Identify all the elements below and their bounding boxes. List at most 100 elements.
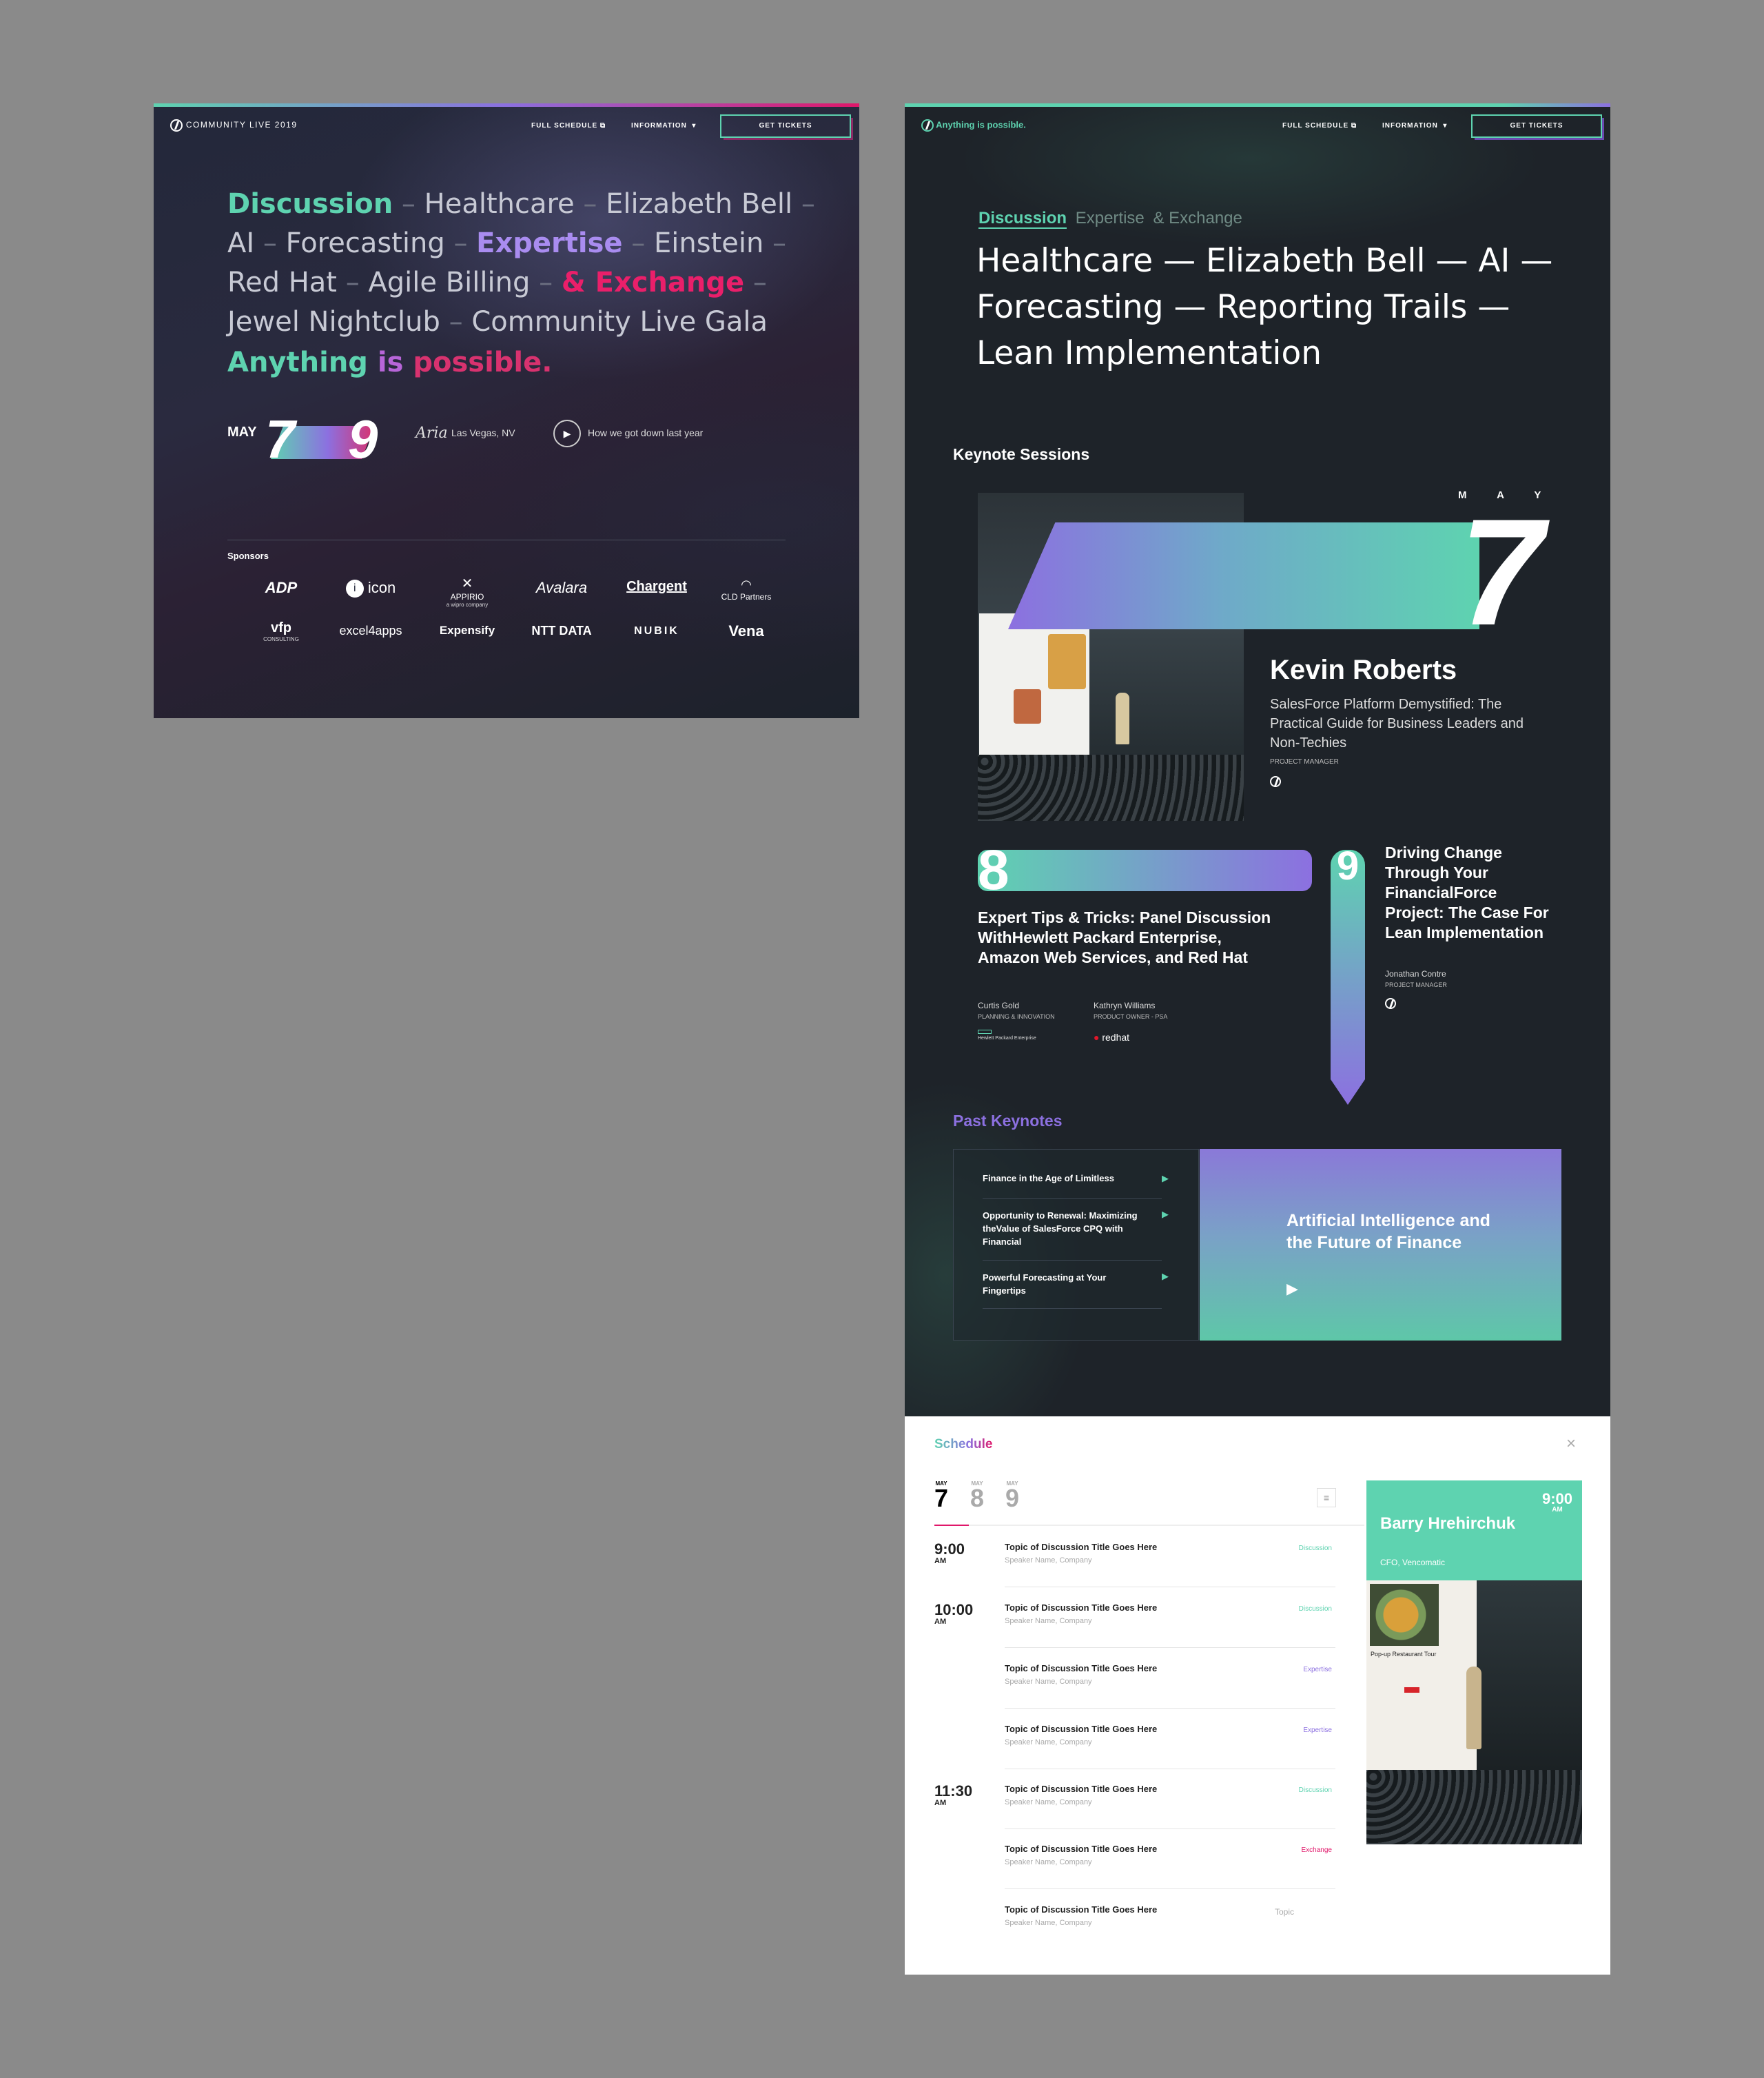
sponsor-vfp[interactable]: vfp CONSULTING — [250, 620, 312, 642]
day-progress-bar — [934, 1525, 1364, 1526]
sponsor-nubik[interactable]: NUBIK — [612, 625, 701, 638]
topic-tabs: Discussion Expertise & Exchange — [978, 209, 1242, 229]
speaker-name: Kathryn Williams — [1094, 1001, 1156, 1010]
sponsor-avalara[interactable]: Avalara — [517, 579, 606, 597]
audience — [1366, 1770, 1582, 1844]
redhat-hat-icon: ● — [1094, 1032, 1100, 1043]
past-keynotes-title: Past Keynotes — [953, 1112, 1063, 1130]
slide-title: Pop-up Restaurant Tour — [1371, 1651, 1437, 1658]
lightning-logo-icon — [921, 119, 934, 132]
cld-swirl-icon: ◠ — [741, 578, 752, 591]
past-keynote-item[interactable]: Opportunity to Renewal: Maximizing theVa… — [983, 1209, 1148, 1248]
video-link[interactable]: How we got down last year — [588, 427, 703, 438]
sponsor-ntt-data[interactable]: NTT DATA — [517, 624, 606, 638]
external-link-icon: ⧉ — [1351, 122, 1357, 130]
play-icon[interactable]: ▶ — [1286, 1280, 1298, 1298]
word-healthcare: Healthcare — [424, 188, 575, 220]
past-keynote-item[interactable]: Powerful Forecasting at Your Fingertips — [983, 1271, 1148, 1297]
day-tab-9[interactable]: MAY 9 — [1005, 1480, 1019, 1511]
slide-button — [1404, 1687, 1419, 1693]
past-keynote-item[interactable]: Finance in the Age of Limitless — [983, 1173, 1162, 1183]
play-arrow-icon[interactable]: ▶ — [1162, 1173, 1169, 1184]
nav-full-schedule[interactable]: FULL SCHEDULE ⧉ — [1282, 122, 1357, 130]
day-7-gradient-bar — [1008, 522, 1479, 629]
schedule-row[interactable]: Topic of Discussion Title Goes Here Speak… — [1005, 1587, 1335, 1648]
session-card[interactable]: 9:00 AM Barry Hrehirchuk CFO, Vencomatic … — [1366, 1480, 1582, 1844]
appirio-mark-icon: ✕ — [461, 576, 473, 591]
tagline: Anything is possible. — [227, 347, 553, 378]
dates-month: MAY — [227, 425, 257, 440]
word-einstein: Einstein — [654, 227, 764, 259]
tab-discussion[interactable]: Discussion — [978, 209, 1067, 229]
redhat-logo: ● redhat — [1094, 1032, 1130, 1043]
chevron-down-icon: ▾ — [692, 122, 697, 130]
sponsor-expensify[interactable]: Expensify — [422, 624, 512, 638]
day-7-number: 7 — [1459, 487, 1544, 657]
close-icon[interactable]: × — [1566, 1434, 1576, 1454]
word-ai: AI — [227, 227, 255, 259]
schedule-row[interactable]: Topic of Discussion Title Goes Here Speak… — [1005, 1527, 1335, 1587]
sponsor-cldpartners[interactable]: ◠ CLD Partners — [705, 578, 788, 602]
time-label: 11:30 AM — [934, 1782, 973, 1807]
session-title: Driving Change Through Your FinancialFor… — [1385, 844, 1549, 941]
day-tab-8[interactable]: MAY 8 — [970, 1480, 984, 1511]
venue-location: Las Vegas, NV — [451, 427, 515, 438]
featured-keynote-title: Artificial Intelligence and the Future o… — [1286, 1211, 1490, 1252]
food-image — [1370, 1584, 1439, 1646]
headline-line-2: Forecasting — Reporting Trails — — [976, 288, 1510, 326]
sponsor-chargent[interactable]: Chargent — [612, 579, 701, 595]
day-8-number: 8 — [978, 839, 1009, 902]
keynote-sessions-title: Keynote Sessions — [953, 445, 1090, 463]
get-tickets-button[interactable]: GET TICKETS — [1471, 114, 1602, 138]
brand[interactable]: COMMUNITY LIVE 2019 — [170, 119, 298, 132]
speaker-role: PLANNING & INNOVATION — [978, 1013, 1055, 1020]
play-arrow-icon[interactable]: ▶ — [1162, 1271, 1169, 1282]
get-tickets-button[interactable]: GET TICKETS — [720, 114, 851, 138]
speaker-role: PROJECT MANAGER — [1270, 758, 1339, 766]
schedule-panel: Schedule × MAY 7 MAY 8 MAY 9 ≡ 9:00 AM 10:00… — [905, 1416, 1610, 1975]
schedule-row[interactable]: Topic of Discussion Title Goes Here Speak… — [1005, 1829, 1335, 1889]
play-icon: ▶ — [563, 428, 571, 439]
tab-exchange[interactable]: & Exchange — [1153, 209, 1242, 227]
sponsor-appirio[interactable]: ✕ APPIRIO a wipro company — [429, 575, 505, 608]
chevron-down-icon: ▾ — [1443, 122, 1448, 130]
schedule-row[interactable]: Topic of Discussion Title Goes Here Speak… — [1005, 1709, 1335, 1769]
sponsor-vena[interactable]: Vena — [705, 622, 788, 640]
gradient-top-bar — [154, 103, 859, 107]
aria-logo: Aria — [416, 425, 448, 442]
schedule-row[interactable]: Topic of Discussion Title Goes Here Speak… — [1005, 1648, 1335, 1709]
word-elizabeth-bell: Elizabeth Bell — [606, 188, 793, 220]
schedule-row[interactable]: Topic of Discussion Title Goes Here Speak… — [1005, 1889, 1335, 1950]
play-video-button[interactable]: ▶ — [553, 420, 581, 447]
schedule-row[interactable]: Topic of Discussion Title Goes Here Speak… — [1005, 1769, 1335, 1829]
day-tab-7[interactable]: MAY 7 — [934, 1480, 948, 1511]
nav-information[interactable]: INFORMATION ▾ — [1382, 122, 1447, 130]
nav-information[interactable]: INFORMATION ▾ — [631, 122, 696, 130]
sponsor-excel4apps[interactable]: excel4apps — [333, 624, 409, 638]
sponsor-icon[interactable]: i icon — [333, 579, 409, 598]
time-label: 10:00 AM — [934, 1601, 974, 1626]
session-title: SalesForce Platform Demystified: The Pra… — [1270, 697, 1524, 751]
filter-icon[interactable]: ≡ — [1317, 1488, 1336, 1507]
brand[interactable]: Anything is possible. — [921, 119, 1026, 132]
headline-line-1: Healthcare — Elizabeth Bell — AI — — [976, 242, 1553, 280]
food-image — [1014, 689, 1041, 724]
sponsor-adp[interactable]: ADP — [250, 579, 312, 597]
speaker-name: Kevin Roberts — [1270, 655, 1457, 685]
lightning-logo-icon — [170, 119, 183, 132]
tab-expertise[interactable]: Expertise — [1076, 209, 1145, 227]
hpe-logo-icon — [978, 1030, 992, 1034]
speaker-figure — [1116, 693, 1129, 744]
stage-background — [1477, 1580, 1582, 1770]
day-9-number: 9 — [1336, 844, 1360, 888]
nav-full-schedule[interactable]: FULL SCHEDULE ⧉ — [531, 122, 606, 130]
featured-keynote-card[interactable]: Artificial Intelligence and the Future o… — [1200, 1149, 1561, 1341]
presentation-screen: Pop-up Restaurant Tour — [1366, 1580, 1477, 1770]
brand-tagline: Anything is possible. — [936, 119, 1026, 130]
word-exchange: & Exchange — [561, 267, 745, 298]
time-label: 9:00 AM — [934, 1540, 965, 1565]
play-arrow-icon[interactable]: ▶ — [1162, 1209, 1169, 1220]
schedule-title: Schedule — [934, 1437, 993, 1451]
word-discussion: Discussion — [227, 188, 393, 220]
sponsors-label: Sponsors — [227, 551, 269, 561]
